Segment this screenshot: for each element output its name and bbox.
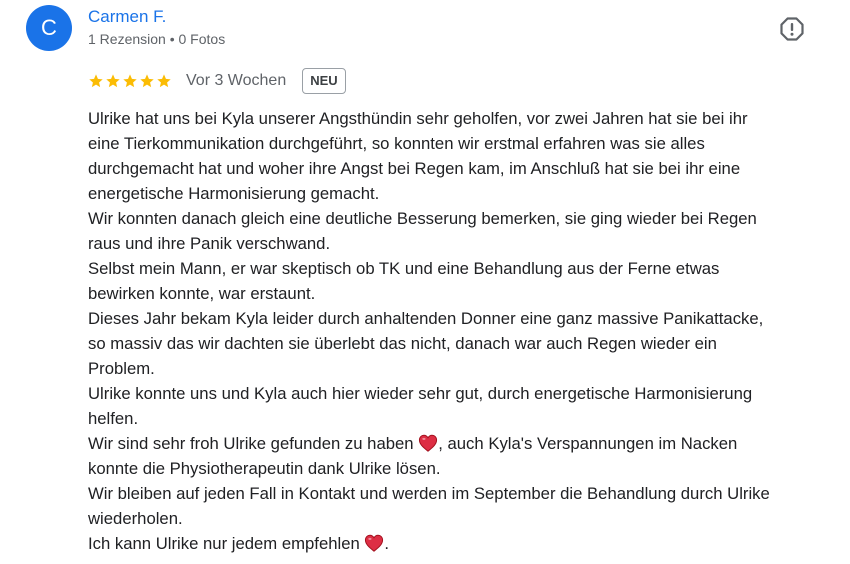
review-line: so massiv das wir dachten sie überlebt d… (88, 334, 717, 353)
report-flag-icon[interactable] (779, 16, 805, 42)
review-line: helfen. (88, 409, 139, 428)
reviewer-avatar[interactable]: C (26, 5, 72, 51)
review-line: Ich kann Ulrike nur jedem empfehlen . (88, 531, 828, 556)
star-rating (88, 73, 172, 89)
review-line: energetische Harmonisierung gemacht. (88, 184, 380, 203)
review-line: konnte die Physiotherapeutin dank Ulrike… (88, 459, 441, 478)
review-line: bewirken konnte, war erstaunt. (88, 284, 316, 303)
review-line: Wir sind sehr froh Ulrike gefunden zu ha… (88, 431, 828, 456)
star-icon (123, 74, 137, 88)
review-line: eine Tierkommunikation durchgeführt, so … (88, 134, 705, 153)
reviewer-meta: 1 Rezension • 0 Fotos (88, 31, 226, 47)
review-line: Dieses Jahr bekam Kyla leider durch anha… (88, 309, 764, 328)
heart-icon (365, 534, 384, 552)
new-badge: NEU (302, 68, 346, 94)
star-icon (157, 74, 171, 88)
review-line-part: Wir sind sehr froh Ulrike gefunden zu ha… (88, 434, 419, 453)
reviewer-name[interactable]: Carmen F. (88, 7, 166, 27)
heart-icon (419, 434, 438, 452)
review-line: Selbst mein Mann, er war skeptisch ob TK… (88, 259, 720, 278)
review-line-part: , auch Kyla's Verspannungen im Nacken (438, 434, 738, 453)
review-line: wiederholen. (88, 509, 183, 528)
avatar-initial: C (41, 15, 57, 40)
star-icon (106, 74, 120, 88)
review-line: raus und ihre Panik verschwand. (88, 234, 331, 253)
review-text: Ulrike hat uns bei Kyla unserer Angsthün… (88, 106, 828, 556)
review-line: Ulrike konnte uns und Kyla auch hier wie… (88, 384, 753, 403)
review-time: Vor 3 Wochen (186, 72, 287, 89)
rating-row: Vor 3 Wochen NEU (88, 66, 346, 96)
review-line-part: . (384, 534, 390, 553)
review-line: Problem. (88, 359, 155, 378)
review-line: Ulrike hat uns bei Kyla unserer Angsthün… (88, 109, 748, 128)
star-icon (140, 74, 154, 88)
review-line: durchgemacht hat und woher ihre Angst be… (88, 159, 741, 178)
star-icon (89, 74, 103, 88)
review-line: Wir konnten danach gleich eine deutliche… (88, 209, 757, 228)
review-line-part: Ich kann Ulrike nur jedem empfehlen (88, 534, 365, 553)
review-line: Wir bleiben auf jeden Fall in Kontakt un… (88, 484, 770, 503)
